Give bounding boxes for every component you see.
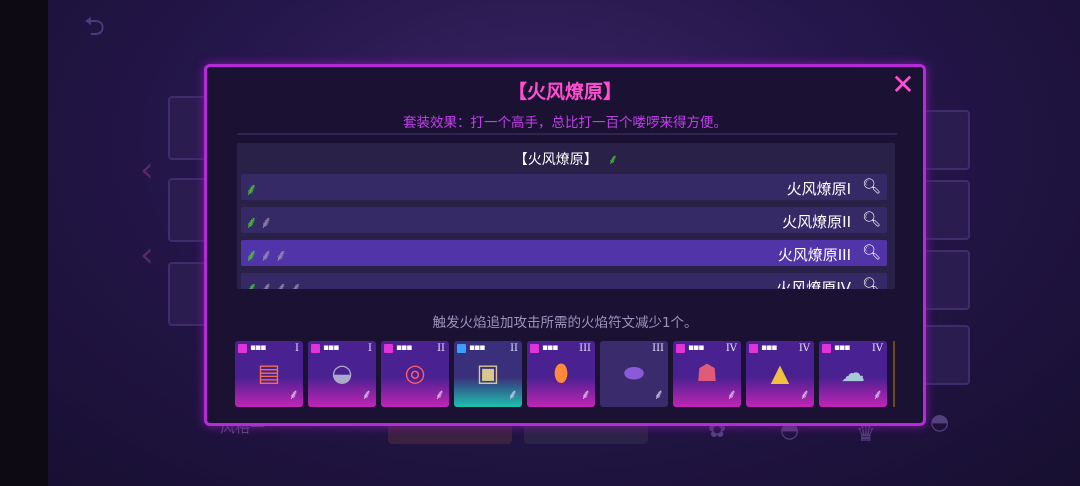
triangle-charm-icon: ▲ — [770, 359, 790, 387]
item-tier: II — [510, 343, 518, 354]
dots-icon: ▪▪▪ — [323, 343, 339, 353]
item-card[interactable]: ▪▪▪ IV ☗ ⸙ — [673, 341, 741, 407]
rarity-badge — [749, 344, 758, 353]
item-tier: IV — [798, 343, 810, 354]
set-bonus-dialog: 【火风燎原】 ✕ 套装效果：打一个高手，总比打一百个喽啰来得方便。 【火风燎原】… — [204, 64, 926, 426]
leaf-icon: ⸙ — [872, 387, 884, 403]
leaf-icon: ⸙ — [507, 387, 519, 403]
set-tier-name: 火风燎原I — [786, 180, 851, 198]
magnifier-icon[interactable]: 🔍︎ — [862, 177, 881, 195]
item-tier: II — [437, 343, 445, 354]
item-card[interactable]: ▪▪▪ III ⬮ ⸙ — [527, 341, 595, 407]
item-card[interactable]: ▪▪▪ I ◒ ⸙ — [308, 341, 376, 407]
card-frame-icon: ▤ — [257, 359, 281, 387]
left-arrow-icon: ‹ — [140, 150, 154, 190]
background-slot — [922, 110, 970, 170]
set-tier-row[interactable]: ⸙⸙⸙⸙ 火风燎原IV 🔍︎ — [241, 273, 887, 289]
leaf-icon: ⸙ — [274, 246, 290, 266]
set-tier-name: 火风燎原II — [782, 213, 851, 231]
set-list-header-label: 【火风燎原】 — [513, 152, 598, 168]
background-item-icon: ◓ — [930, 410, 950, 435]
magnifier-icon[interactable]: 🔍︎ — [862, 276, 881, 289]
leaf-icon: ⸙ — [245, 213, 260, 233]
leaf-icon: ⸙ — [653, 387, 665, 403]
item-tier: III — [579, 343, 591, 354]
dots-icon: ▪▪▪ — [250, 343, 266, 353]
rarity-badge — [311, 344, 320, 353]
leaf-icon: ⸙ — [259, 213, 275, 233]
leaf-icon: ⸙ — [245, 279, 260, 289]
set-tier-name: 火风燎原IV — [776, 279, 851, 289]
leaf-icon: ⸙ — [289, 279, 304, 289]
item-card[interactable]: ▪▪▪ I ▤ ⸙ — [235, 341, 303, 407]
set-item-list[interactable]: ▪▪▪ I ▤ ⸙ ▪▪▪ I ◒ ⸙ ▪▪▪ II ◎ ⸙ ▪▪▪ II ▣ … — [235, 341, 895, 409]
item-tier: I — [295, 343, 299, 354]
set-tier-row-selected[interactable]: ⸙⸙⸙ 火风燎原III 🔍︎ — [241, 240, 887, 266]
item-tier: III — [652, 343, 664, 354]
set-list-header: 【火风燎原】 ⸙ — [237, 149, 895, 169]
rarity-badge — [676, 344, 685, 353]
gem-icon: ⬬ — [623, 359, 645, 387]
dots-icon: ▪▪▪ — [761, 343, 777, 353]
leaf-icon: ⸙ — [607, 152, 619, 168]
rarity-badge — [530, 344, 539, 353]
item-tier: IV — [871, 343, 883, 354]
leaf-rating: ⸙⸙⸙ — [245, 243, 289, 266]
item-tier: IV — [725, 343, 737, 354]
item-card[interactable]: III ⬬ ⸙ — [600, 341, 668, 407]
background-slot — [922, 325, 970, 385]
leaf-icon: ⸙ — [274, 279, 290, 289]
rarity-badge — [384, 344, 393, 353]
divider — [237, 133, 897, 135]
back-arrow-icon[interactable]: ⮌ — [84, 14, 118, 40]
set-tier-name: 火风燎原III — [777, 246, 851, 264]
screen-edge — [0, 0, 48, 486]
leaf-icon: ⸙ — [726, 387, 738, 403]
lantern-icon: ⬮ — [553, 359, 569, 387]
item-card[interactable]: ▪▪▪ IV ☁ ⸙ — [819, 341, 887, 407]
dots-icon: ▪▪▪ — [688, 343, 704, 353]
close-icon[interactable]: ✕ — [889, 71, 917, 99]
dialog-title: 【火风燎原】 — [507, 81, 622, 103]
item-card[interactable]: ▪▪▪ II ▣ ⸙ — [454, 341, 522, 407]
dots-icon: ▪▪▪ — [396, 343, 412, 353]
background-slot — [922, 180, 970, 240]
item-card-partial[interactable] — [893, 341, 895, 407]
rarity-badge — [457, 344, 466, 353]
magnifier-icon[interactable]: 🔍︎ — [862, 210, 881, 228]
item-card[interactable]: ▪▪▪ II ◎ ⸙ — [381, 341, 449, 407]
leaf-icon: ⸙ — [361, 387, 373, 403]
set-effect-text: 套装效果：打一个高手，总比打一百个喽啰来得方便。 — [403, 115, 727, 131]
leaf-icon: ⸙ — [245, 246, 260, 266]
ufo-icon: ◒ — [331, 359, 353, 387]
leaf-icon: ⸙ — [434, 387, 446, 403]
leaf-rating: ⸙⸙⸙⸙ — [245, 276, 304, 289]
set-tier-row[interactable]: ⸙ 火风燎原I 🔍︎ — [241, 174, 887, 200]
monster-icon: ☗ — [696, 359, 718, 387]
leaf-icon: ⸙ — [799, 387, 811, 403]
camera-icon: ▣ — [476, 359, 500, 387]
magnifier-icon[interactable]: 🔍︎ — [862, 243, 881, 261]
leaf-rating: ⸙ — [245, 177, 260, 200]
leaf-icon: ⸙ — [259, 279, 275, 289]
leaf-icon: ⸙ — [288, 387, 300, 403]
leaf-icon: ⸙ — [259, 246, 275, 266]
leaf-rating: ⸙⸙ — [245, 210, 275, 233]
set-tier-row[interactable]: ⸙⸙ 火风燎原II 🔍︎ — [241, 207, 887, 233]
rarity-badge — [238, 344, 247, 353]
dots-icon: ▪▪▪ — [469, 343, 485, 353]
left-arrow-icon: ‹ — [140, 235, 154, 275]
item-card[interactable]: ▪▪▪ IV ▲ ⸙ — [746, 341, 814, 407]
life-ring-icon: ◎ — [404, 359, 426, 387]
rarity-badge — [822, 344, 831, 353]
leaf-icon: ⸙ — [245, 180, 260, 200]
item-tier: I — [368, 343, 372, 354]
background-slot — [922, 250, 970, 310]
dots-icon: ▪▪▪ — [834, 343, 850, 353]
leaf-icon: ⸙ — [580, 387, 592, 403]
ghost-icon: ☁ — [841, 359, 865, 387]
dots-icon: ▪▪▪ — [542, 343, 558, 353]
set-tier-list[interactable]: 【火风燎原】 ⸙ ⸙ 火风燎原I 🔍︎ ⸙⸙ 火风燎原II 🔍︎ ⸙⸙⸙ 火风燎原… — [237, 143, 895, 289]
effect-description: 触发火焰追加攻击所需的火焰符文减少1个。 — [432, 315, 698, 331]
